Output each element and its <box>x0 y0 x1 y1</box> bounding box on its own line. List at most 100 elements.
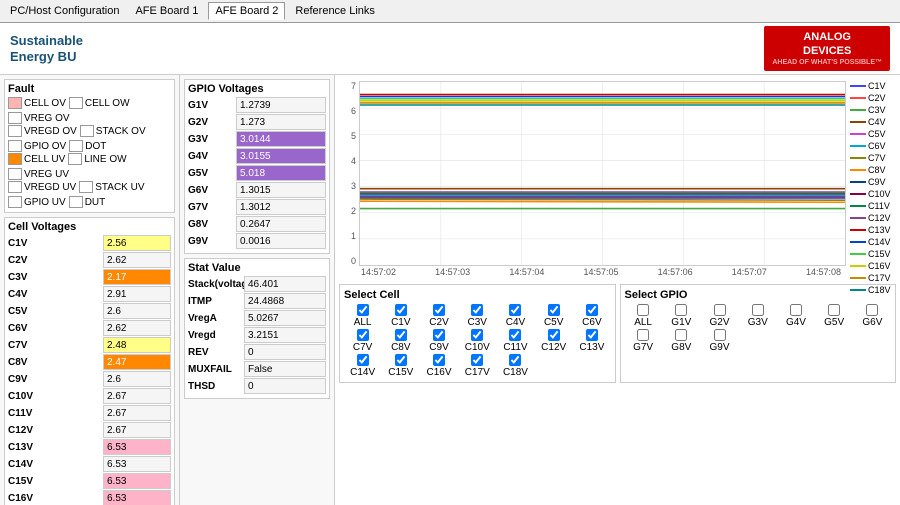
header: SustainableEnergy BU ANALOGDEVICES AHEAD… <box>0 23 900 75</box>
menu-afe-board-1[interactable]: AFE Board 1 <box>129 3 204 19</box>
cell-value-c10v: 2.67 <box>103 388 171 404</box>
cell-rows: C1V2.56C2V2.62C3V2.17C4V2.91C5V2.6C6V2.6… <box>8 235 171 505</box>
cell-value-c14v: 6.53 <box>103 456 171 472</box>
y-axis: 7 6 5 4 3 2 1 0 <box>339 81 359 266</box>
x-axis: 14:57:02 14:57:03 14:57:04 14:57:05 14:5… <box>339 266 896 278</box>
right-panel: 7 6 5 4 3 2 1 0 <box>335 75 900 505</box>
select-cell-checkbox-c16v[interactable] <box>433 354 445 366</box>
select-gpio-checkbox-g9v[interactable] <box>714 329 726 341</box>
fault-line-ow-box <box>68 153 82 165</box>
fault-cell-ow-box <box>69 97 83 109</box>
fault-vreg-uv: VREG UV <box>8 168 69 180</box>
cell-value-c3v: 2.17 <box>103 269 171 285</box>
cell-row-c9v: C9V2.6 <box>8 371 171 387</box>
fault-row-1: CELL OV CELL OW VREG OV <box>8 97 171 124</box>
fault-line-ow-label: LINE OW <box>84 154 126 165</box>
gpio-row-g3v: G3V3.0144 <box>188 131 326 147</box>
cell-label-c13v: C13V <box>8 442 36 453</box>
select-gpio-checkbox-g8v[interactable] <box>675 329 687 341</box>
select-gpio-item-g6v: G6V <box>854 304 891 328</box>
gpio-label-g8v: G8V <box>188 219 216 230</box>
gpio-label-g3v: G3V <box>188 134 216 145</box>
legend-c14v: C14V <box>850 237 896 247</box>
stat-row-itmp: ITMP24.4868 <box>188 293 326 309</box>
cell-row-c15v: C15V6.53 <box>8 473 171 489</box>
select-cell-checkbox-c18v[interactable] <box>509 354 521 366</box>
select-cell-checkbox-c2v[interactable] <box>433 304 445 316</box>
select-cell-checkbox-c6v[interactable] <box>586 304 598 316</box>
select-cell-checkbox-c17v[interactable] <box>471 354 483 366</box>
select-cell-item-c16v: C16V <box>420 354 457 378</box>
select-gpio-checkbox-g4v[interactable] <box>790 304 802 316</box>
cell-row-c1v: C1V2.56 <box>8 235 171 251</box>
select-cell-checkbox-c3v[interactable] <box>471 304 483 316</box>
select-cell-checkbox-c5v[interactable] <box>548 304 560 316</box>
gpio-row-g9v: G9V0.0016 <box>188 233 326 249</box>
fault-line-ow: LINE OW <box>68 153 126 165</box>
select-cell-item-c9v: C9V <box>420 329 457 353</box>
gpio-value-g6v: 1.3015 <box>236 182 326 198</box>
select-cell-checkbox-c13v[interactable] <box>586 329 598 341</box>
gpio-voltages-section: GPIO Voltages G1V1.2739G2V1.273G3V3.0144… <box>184 79 330 254</box>
gpio-value-g1v: 1.2739 <box>236 97 326 113</box>
select-cell-checkbox-c9v[interactable] <box>433 329 445 341</box>
select-cell-item-c13v: C13V <box>573 329 610 353</box>
select-gpio-label-g9v: G9V <box>710 342 730 353</box>
select-cell-label-c14v: C14V <box>350 367 375 378</box>
select-cell-checkbox-all[interactable] <box>357 304 369 316</box>
select-cell-checkbox-c4v[interactable] <box>509 304 521 316</box>
menu-pc-host[interactable]: PC/Host Configuration <box>4 3 125 19</box>
select-gpio-label-g3v: G3V <box>748 317 768 328</box>
menu-reference-links[interactable]: Reference Links <box>289 3 381 19</box>
cell-label-c11v: C11V <box>8 408 36 419</box>
cell-row-c6v: C6V2.62 <box>8 320 171 336</box>
fault-vreg-ov-box <box>8 112 22 124</box>
select-gpio-checkbox-g1v[interactable] <box>675 304 687 316</box>
chart-svg <box>360 82 845 265</box>
select-gpio-label-g1v: G1V <box>671 317 691 328</box>
cell-row-c12v: C12V2.67 <box>8 422 171 438</box>
cell-value-c12v: 2.67 <box>103 422 171 438</box>
select-gpio-label-g4v: G4V <box>786 317 806 328</box>
gpio-row-g6v: G6V1.3015 <box>188 182 326 198</box>
fault-dot: DOT <box>69 140 106 152</box>
select-gpio-item-g2v: G2V <box>701 304 738 328</box>
cell-row-c2v: C2V2.62 <box>8 252 171 268</box>
select-cell-title: Select Cell <box>344 289 611 301</box>
select-gpio-label-g8v: G8V <box>671 342 691 353</box>
select-cell-checkbox-c11v[interactable] <box>509 329 521 341</box>
select-cell-checkbox-c10v[interactable] <box>471 329 483 341</box>
legend-c4v: C4V <box>850 117 896 127</box>
select-cell-checkbox-c8v[interactable] <box>395 329 407 341</box>
select-cell-checkbox-c15v[interactable] <box>395 354 407 366</box>
stat-val: False <box>244 361 326 377</box>
gpio-label-g5v: G5V <box>188 168 216 179</box>
select-cell-checkbox-c1v[interactable] <box>395 304 407 316</box>
select-gpio-checkbox-g7v[interactable] <box>637 329 649 341</box>
select-cell-checkbox-c14v[interactable] <box>357 354 369 366</box>
select-gpio-checkbox-g3v[interactable] <box>752 304 764 316</box>
cell-row-c7v: C7V2.48 <box>8 337 171 353</box>
cell-label-c9v: C9V <box>8 374 36 385</box>
select-gpio-checkbox-all[interactable] <box>637 304 649 316</box>
select-gpio-item-g5v: G5V <box>816 304 853 328</box>
select-cell-item-c11v: C11V <box>497 329 534 353</box>
cell-label-c3v: C3V <box>8 272 36 283</box>
menu-afe-board-2[interactable]: AFE Board 2 <box>208 2 285 20</box>
select-gpio-checkbox-g5v[interactable] <box>828 304 840 316</box>
select-panels: Select Cell ALLC1VC2VC3VC4VC5VC6VC7VC8VC… <box>339 280 896 383</box>
select-cell-checkbox-c7v[interactable] <box>357 329 369 341</box>
select-gpio-checkbox-g6v[interactable] <box>866 304 878 316</box>
select-cell-label-c1v: C1V <box>391 317 410 328</box>
legend-c8v: C8V <box>850 165 896 175</box>
cell-label-c6v: C6V <box>8 323 36 334</box>
select-cell-checkbox-c12v[interactable] <box>548 329 560 341</box>
gpio-label-g4v: G4V <box>188 151 216 162</box>
select-cell-grid: ALLC1VC2VC3VC4VC5VC6VC7VC8VC9VC10VC11VC1… <box>344 304 611 378</box>
select-gpio-checkbox-g2v[interactable] <box>714 304 726 316</box>
cell-value-c11v: 2.67 <box>103 405 171 421</box>
select-cell-label-c15v: C15V <box>388 367 413 378</box>
stat-val: 24.4868 <box>244 293 326 309</box>
select-cell-label-c10v: C10V <box>465 342 490 353</box>
select-cell-item-all: ALL <box>344 304 381 328</box>
